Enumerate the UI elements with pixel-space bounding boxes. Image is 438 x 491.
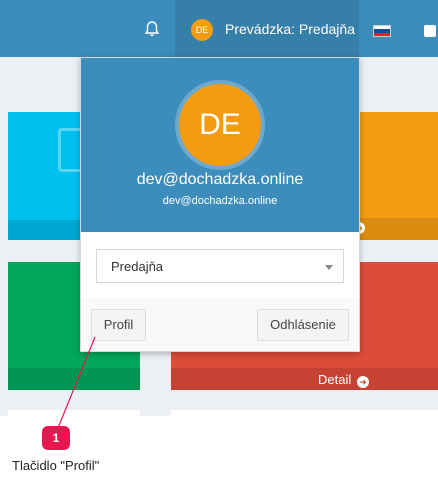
user-email: dev@dochadzka.online [136,171,304,188]
user-footer: Profil Odhlásenie [81,298,359,351]
user-body: Predajňa [81,232,359,298]
arrow-circle-right-icon: ➜ [356,376,369,388]
callout-caption: Tlačidlo "Profil" [12,458,100,473]
avatar: DE [191,19,213,41]
user-header: DE dev@dochadzka.online dev@dochadzka.on… [81,58,359,232]
avatar-large: DE [175,80,265,170]
info-tile-green-footer[interactable] [8,368,140,390]
info-tile-white-right [171,410,438,416]
info-tile-orange-footer[interactable] [358,218,438,240]
exit-icon[interactable] [424,25,436,37]
location-select[interactable]: Predajňa [96,249,344,283]
user-location-label: Prevádzka: Predajňa [225,21,355,37]
info-tile-blue-footer[interactable] [8,220,88,240]
caret-down-icon [325,265,333,270]
slovak-flag-icon[interactable] [373,25,391,37]
detail-link[interactable]: Detail ➜ [318,372,369,388]
user-dropdown: DE dev@dochadzka.online dev@dochadzka.on… [80,57,360,352]
top-navbar: DE Prevádzka: Predajňa [0,0,438,57]
app-screen: ➜ Detail ➜ DE Prevádzka: Predajňa DE dev… [0,0,438,416]
bell-icon[interactable] [143,20,161,38]
user-menu-toggle[interactable]: DE Prevádzka: Predajňa [175,0,359,57]
info-tile-red-footer[interactable] [171,368,438,390]
callout-marker: 1 [42,426,70,450]
detail-label: Detail [318,372,352,387]
profile-button[interactable]: Profil [91,309,146,341]
location-select-value: Predajňa [111,259,164,274]
user-email-secondary: dev@dochadzka.online [162,195,278,207]
info-tile-white-left [8,410,140,416]
logout-button[interactable]: Odhlásenie [257,309,349,341]
